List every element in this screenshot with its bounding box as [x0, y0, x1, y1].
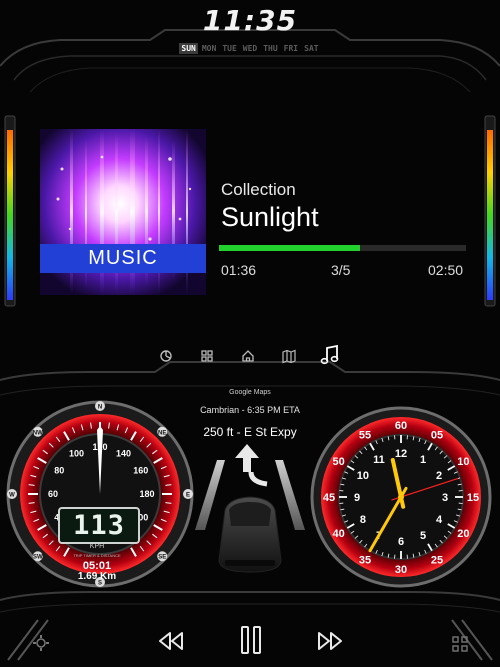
speed-readout: 113 [58, 507, 140, 544]
speed-unit: KPH [89, 543, 105, 550]
playback-progress-fill [219, 245, 360, 251]
analog-clock: 051015202530354045505560 123456789101112 [310, 406, 492, 588]
apps-grid-icon[interactable] [197, 346, 217, 366]
apps-icon[interactable] [450, 634, 470, 654]
weekday-tue: TUE [222, 44, 237, 53]
weekday-wed: WED [242, 44, 258, 53]
speedo-scale-label: 100 [69, 448, 84, 458]
compass-label: E [186, 493, 190, 499]
clock-hour-label: 12 [395, 448, 407, 460]
compass-label: SE [158, 555, 166, 561]
speedo-scale-label: 180 [139, 489, 154, 499]
dashboard-icon[interactable] [156, 346, 176, 366]
map-icon[interactable] [279, 346, 299, 366]
weekday-fri: FRI [283, 44, 299, 53]
compass-label: NW [33, 430, 43, 436]
clock-hour-label: 2 [436, 470, 442, 482]
weekday-thu: THU [263, 44, 278, 53]
trip-timer-label: TRIP TIMER & DISTANCE [73, 553, 121, 558]
clock-hour-label: 10 [357, 470, 369, 482]
album-label: MUSIC [40, 244, 206, 273]
settings-gear-icon[interactable] [30, 632, 52, 654]
clock-hour-label: 11 [373, 454, 385, 466]
clock-minute-label: 30 [395, 564, 407, 576]
clock-minute-label: 50 [333, 456, 345, 468]
clock-hour-label: 5 [420, 530, 426, 542]
clock-minute-label: 45 [323, 492, 335, 504]
clock-hour-label: 6 [398, 536, 404, 548]
weekday-mon: MON [201, 44, 217, 53]
collection-name: Collection [221, 180, 296, 199]
speedo-scale-label: 60 [48, 489, 58, 499]
track-index: 3/5 [331, 262, 351, 278]
clock-hour-label: 1 [420, 454, 426, 466]
clock-minute-label: 20 [457, 528, 469, 540]
compass-label: SW [33, 555, 43, 561]
maps-title: Google Maps [229, 389, 271, 396]
home-icon[interactable] [238, 346, 258, 366]
weekday-sun: SUN [179, 43, 198, 54]
clock-minute-label: 25 [431, 554, 443, 566]
elapsed-time: 01:36 [221, 262, 257, 278]
weekday-sat: SAT [304, 44, 319, 53]
clock-minute-label: 10 [457, 456, 469, 468]
next-icon[interactable] [316, 629, 344, 653]
album-art[interactable]: MUSIC [40, 129, 206, 295]
clock-hour-label: 9 [354, 492, 360, 504]
speedo-scale-label: 160 [133, 466, 148, 476]
clock-minute-label: 35 [359, 554, 371, 566]
clock-minute-label: 60 [395, 420, 407, 432]
previous-icon[interactable] [157, 629, 185, 653]
weekday-strip: SUN MON TUE WED THU FRI SAT [150, 43, 350, 54]
clock-minute-label: 40 [333, 528, 345, 540]
trip-distance: 1.69 Km [77, 571, 117, 582]
total-time: 02:50 [428, 262, 464, 278]
clock-minute-label: 05 [431, 430, 443, 442]
clock-hour-label: 8 [360, 514, 366, 526]
clock-hour-label: 4 [436, 514, 443, 526]
clock-minute-label: 15 [467, 492, 479, 504]
music-note-icon[interactable] [318, 343, 342, 367]
clock-time: 11:35 [202, 4, 298, 37]
compass-label: W [9, 493, 15, 499]
track-title: Sunlight [221, 202, 319, 232]
car-navigation-view [195, 444, 305, 573]
pause-icon[interactable] [239, 624, 263, 656]
clock-minute-label: 55 [359, 430, 371, 442]
speedo-scale-label: 80 [54, 466, 64, 476]
compass-label: N [98, 405, 102, 411]
compass-label: NE [158, 430, 166, 436]
playback-progress-bar[interactable] [219, 245, 466, 251]
clock-hour-label: 3 [442, 492, 448, 504]
speedo-scale-label: 140 [116, 448, 131, 458]
